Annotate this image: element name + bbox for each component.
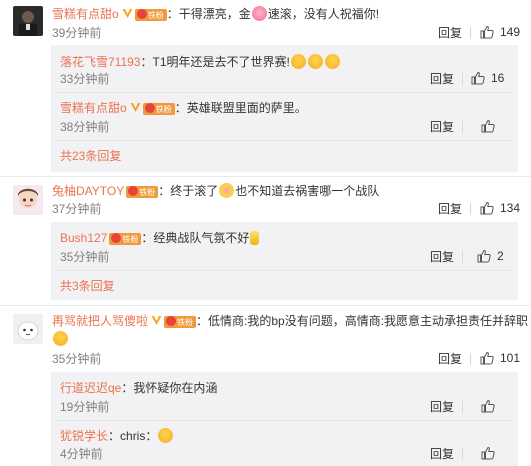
thumbs-up-icon [480, 351, 494, 365]
username[interactable]: Bush127 [60, 231, 107, 245]
reply-text: ：chris： [108, 429, 158, 443]
comment-text: ：干得漂亮，金 [166, 7, 251, 21]
like-count: 2 [497, 249, 504, 263]
separator [462, 448, 463, 460]
avatar[interactable] [13, 6, 43, 36]
reply-button[interactable]: 回复 [430, 120, 454, 134]
smirk-emoji-icon [158, 428, 174, 443]
comment-line: 雪糕有点甜o 铁粉 ：干得漂亮，金 速滚，没有人祝福你! [52, 6, 379, 22]
like-button[interactable] [481, 119, 495, 133]
comment-text-2: 也不知道去祸害哪一个战队 [235, 184, 380, 198]
like-count: 134 [500, 201, 521, 215]
timestamp: 19分钟前 [60, 400, 110, 414]
more-replies-link[interactable]: 共23条回复 [60, 149, 121, 163]
separator [470, 27, 471, 39]
verified-v-icon [122, 7, 133, 18]
reply-text: ：经典战队气氛不好 [141, 231, 250, 245]
reply-button[interactable]: 回复 [430, 447, 454, 461]
separator [462, 121, 463, 133]
thumbs-up-icon [477, 249, 491, 263]
like-button[interactable]: 101 [480, 351, 520, 365]
separator [462, 251, 463, 263]
like-count: 16 [491, 71, 505, 85]
comment-text: ：终于滚了 [158, 184, 219, 198]
timestamp: 4分钟前 [60, 447, 103, 461]
comment-text-2: 速滚，没有人祝福你! [267, 7, 380, 21]
more-replies-link[interactable]: 共3条回复 [60, 279, 115, 293]
reply-line: 雪糕有点甜o 铁粉 ：英雄联盟里面的萨里。 [60, 100, 307, 116]
verified-v-icon [130, 101, 141, 112]
timestamp: 37分钟前 [52, 202, 102, 216]
comment-divider [0, 305, 531, 306]
reply-line: 落花飞雪71193：T1明年还是去不了世界赛! [60, 54, 341, 70]
reply-button[interactable]: 回复 [430, 72, 454, 86]
comment-line: 兔柚DAYTOY 铁粉 ：终于滚了 也不知道去祸害哪一个战队 [52, 183, 379, 199]
reply-line: Bush127 铁粉 ：经典战队气氛不好 [60, 230, 260, 246]
like-button[interactable]: 2 [477, 249, 504, 263]
fan-badge-icon: 铁粉 [109, 233, 142, 245]
comment-line: 再骂就把人骂傻啦 铁粉 ：低情商:我的bp没有问题，高情商:我愿意主动承担责任并辞职 [52, 313, 528, 329]
comment-line-wrap [52, 331, 69, 347]
divider [57, 420, 512, 421]
timestamp: 39分钟前 [52, 26, 102, 40]
like-button[interactable] [481, 446, 495, 460]
thumbs-up-icon [481, 399, 495, 413]
thumbs-up-icon [481, 119, 495, 133]
thumbs-up-icon [471, 71, 485, 85]
reply-button[interactable]: 回复 [438, 202, 462, 216]
reply-button[interactable]: 回复 [430, 250, 454, 264]
reply-text: ：英雄联盟里面的萨里。 [174, 101, 307, 115]
divider [57, 270, 512, 271]
like-button[interactable]: 134 [480, 201, 520, 215]
divider [57, 140, 512, 141]
reply-text: ：T1明年还是去不了世界赛! [140, 55, 290, 69]
comment-text: ：低情商:我的bp没有问题，高情商:我愿意主动承担责任并辞职 [196, 314, 529, 328]
reply-text: ：我怀疑你在内涵 [121, 381, 218, 395]
separator [462, 73, 463, 85]
separator [462, 401, 463, 413]
username[interactable]: 兔柚DAYTOY [52, 184, 124, 198]
separator [470, 203, 471, 215]
username[interactable]: 雪糕有点甜o [60, 101, 127, 115]
timestamp: 35分钟前 [60, 250, 110, 264]
avatar[interactable] [13, 185, 43, 215]
fan-badge-icon: 铁粉 [142, 103, 175, 115]
pig-emoji-icon [251, 6, 267, 21]
username[interactable]: 再骂就把人骂傻啦 [52, 314, 148, 328]
timestamp: 35分钟前 [52, 352, 102, 366]
laugh-emoji-icon [307, 54, 323, 69]
timestamp: 38分钟前 [60, 120, 110, 134]
like-count: 149 [500, 25, 521, 39]
laugh-emoji-icon [290, 54, 306, 69]
separator [470, 353, 471, 365]
like-button[interactable]: 149 [480, 25, 520, 39]
thumbs-up-icon [480, 201, 494, 215]
like-button[interactable]: 16 [471, 71, 504, 85]
like-count: 101 [500, 351, 521, 365]
reply-button[interactable]: 回复 [438, 352, 462, 366]
fan-badge-icon: 铁粉 [126, 186, 159, 198]
reply-button[interactable]: 回复 [430, 400, 454, 414]
username[interactable]: 落花飞雪71193 [60, 55, 140, 69]
dog-emoji-icon [53, 331, 68, 346]
emoji-icon [219, 183, 235, 198]
username[interactable]: 行道迟迟qe [60, 381, 121, 395]
reply-button[interactable]: 回复 [438, 26, 462, 40]
verified-v-icon [151, 314, 162, 325]
candle-emoji-icon [250, 231, 260, 245]
thumbs-up-icon [481, 446, 495, 460]
username[interactable]: 雪糕有点甜o [52, 7, 119, 21]
comment-divider [0, 176, 531, 177]
reply-line: 犹锐学长：chris： [60, 428, 174, 444]
timestamp: 33分钟前 [60, 72, 110, 86]
divider [57, 92, 512, 93]
avatar[interactable] [13, 314, 43, 344]
laugh-emoji-icon [324, 54, 340, 69]
username[interactable]: 犹锐学长 [60, 429, 108, 443]
reply-line: 行道迟迟qe：我怀疑你在内涵 [60, 380, 217, 396]
fan-badge-icon: 铁粉 [164, 316, 197, 328]
fan-badge-icon: 铁粉 [134, 9, 167, 21]
thumbs-up-icon [480, 25, 494, 39]
like-button[interactable] [481, 399, 495, 413]
